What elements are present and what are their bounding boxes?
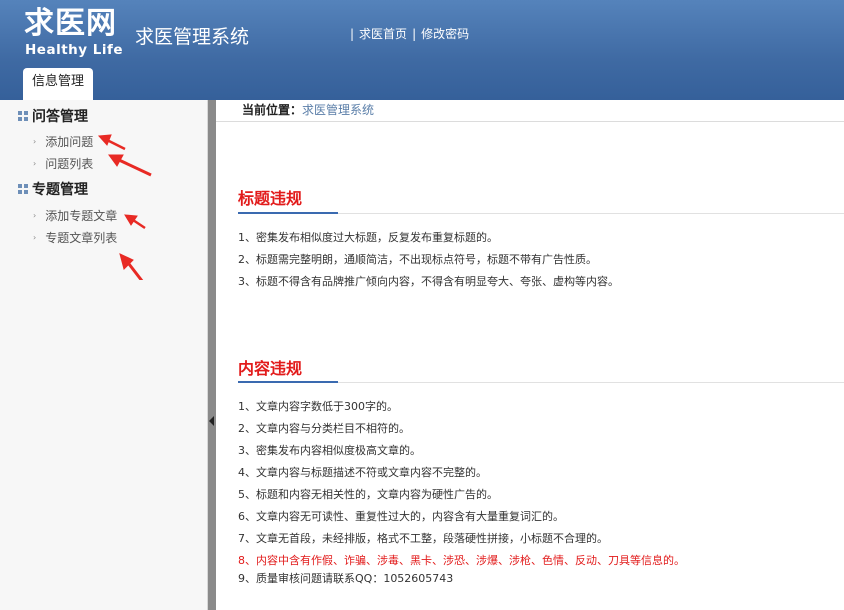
section-divider xyxy=(238,381,844,383)
logo-subtitle: Healthy Life xyxy=(25,42,124,58)
change-password-link[interactable]: 修改密码 xyxy=(421,25,469,42)
rule-item: 7、文章无首段，未经排版，格式不工整，段落硬性拼接，小标题不合理的。 xyxy=(238,532,608,545)
home-link[interactable]: 求医首页 xyxy=(359,25,407,42)
rule-item: 3、密集发布内容相似度极高文章的。 xyxy=(238,444,421,457)
tab-info-management[interactable]: 信息管理 xyxy=(23,68,93,100)
breadcrumb-label: 当前位置： xyxy=(242,103,303,117)
sidebar-item-add-question[interactable]: › 添加问题 xyxy=(33,133,93,150)
annotation-arrows xyxy=(97,134,152,280)
chevron-right-icon: › xyxy=(33,233,37,242)
rule-item: 1、密集发布相似度过大标题，反复发布重复标题的。 xyxy=(238,231,498,244)
sidebar-splitter[interactable] xyxy=(208,100,216,610)
section-title-content-violation: 内容违规 xyxy=(238,359,303,378)
rule-item-contact: 9、质量审核问题请联系QQ：1052605743 xyxy=(238,572,454,585)
sidebar-group-label: 问答管理 xyxy=(32,109,88,125)
sidebar-group-topic[interactable]: 专题管理 xyxy=(18,179,88,199)
sidebar-item-label: 添加问题 xyxy=(45,135,94,149)
rule-item: 5、标题和内容无相关性的，文章内容为硬性广告的。 xyxy=(238,488,498,501)
link-separator: | xyxy=(350,26,355,41)
top-links: | 求医首页 | 修改密码 xyxy=(345,25,469,42)
grid-icon xyxy=(18,111,28,121)
chevron-right-icon: › xyxy=(33,137,37,146)
breadcrumb-current[interactable]: 求医管理系统 xyxy=(302,103,374,117)
rule-item: 2、标题需完整明朗，通顺简洁，不出现标点符号，标题不带有广告性质。 xyxy=(238,253,597,266)
rule-item: 1、文章内容字数低于300字的。 xyxy=(238,400,398,413)
rule-item: 4、文章内容与标题描述不符或文章内容不完整的。 xyxy=(238,466,487,479)
sidebar-item-question-list[interactable]: › 问题列表 xyxy=(33,155,93,172)
grid-icon xyxy=(18,184,28,194)
system-title: 求医管理系统 xyxy=(135,26,250,48)
header-bar: 求医网 Healthy Life 求医管理系统 | 求医首页 | 修改密码 信息… xyxy=(0,0,844,100)
chevron-right-icon: › xyxy=(33,211,37,220)
link-separator: | xyxy=(412,26,417,41)
rule-item: 3、标题不得含有品牌推广倾向内容，不得含有明显夸大、夸张、虚构等内容。 xyxy=(238,275,619,288)
chevron-right-icon: › xyxy=(33,159,37,168)
rule-item: 2、文章内容与分类栏目不相符的。 xyxy=(238,422,410,435)
section-divider xyxy=(238,212,844,214)
collapse-arrow-icon[interactable] xyxy=(209,416,214,426)
rule-item-warning: 8、内容中含有作假、诈骗、涉毒、黑卡、涉恐、涉爆、涉枪、色情、反动、刀具等信息的… xyxy=(238,554,685,567)
section-title-title-violation: 标题违规 xyxy=(238,189,303,208)
logo-text[interactable]: 求医网 xyxy=(24,6,117,42)
sidebar-item-label: 问题列表 xyxy=(45,157,94,171)
breadcrumb: 当前位置：求医管理系统 xyxy=(216,100,844,122)
sidebar-group-qa[interactable]: 问答管理 xyxy=(18,106,88,126)
rule-item: 6、文章内容无可读性、重复性过大的，内容含有大量重复词汇的。 xyxy=(238,510,564,523)
sidebar-group-label: 专题管理 xyxy=(32,182,88,198)
